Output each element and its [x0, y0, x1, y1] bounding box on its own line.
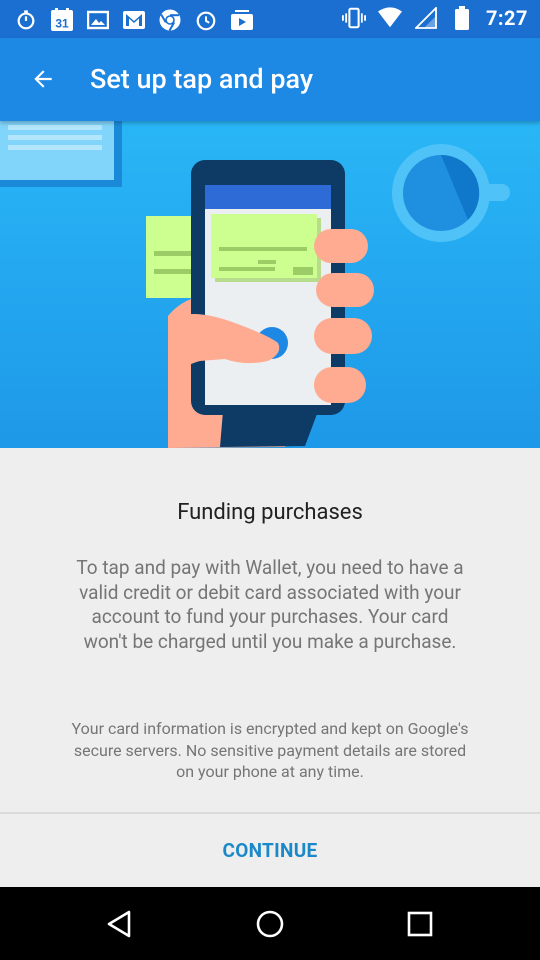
nav-recents-icon: [406, 910, 434, 938]
notification-icons: 31: [14, 8, 254, 32]
status-bar: 31 7:27: [0, 0, 540, 38]
action-bar: CONTINUE: [0, 814, 540, 887]
nav-back-icon: [105, 909, 135, 939]
status-time: 7:27: [485, 6, 528, 30]
app-bar: Set up tap and pay: [0, 38, 540, 121]
security-note: Your card information is encrypted and k…: [71, 719, 469, 781]
stopwatch-icon: [14, 8, 38, 32]
signal-icon: [414, 6, 438, 30]
battery-icon: [450, 6, 474, 30]
calendar-icon: 31: [50, 8, 74, 32]
tap-and-pay-illustration: [0, 121, 510, 448]
nav-home-icon: [255, 909, 285, 939]
arrow-back-icon: [30, 66, 56, 92]
nav-home-button[interactable]: [247, 901, 293, 947]
continue-button[interactable]: CONTINUE: [160, 826, 380, 874]
page-title: Set up tap and pay: [90, 63, 314, 95]
vibrate-icon: [341, 6, 366, 30]
hero-illustration: [0, 121, 540, 448]
image-icon: [86, 8, 110, 32]
calendar-date: 31: [55, 17, 69, 31]
coin-illustration: [392, 144, 510, 242]
nav-recents-button[interactable]: [397, 901, 443, 947]
system-icons: 7:27: [341, 6, 528, 30]
gmail-icon: [122, 8, 146, 32]
nav-back-button[interactable]: [97, 901, 143, 947]
wifi-icon: [377, 6, 402, 30]
alarm-icon: [194, 8, 218, 32]
back-button[interactable]: [22, 58, 64, 100]
card-illustration: [0, 121, 122, 187]
info-section: Funding purchases To tap and pay with Wa…: [0, 448, 540, 812]
photos-icon: [230, 8, 254, 32]
chrome-icon: [158, 8, 182, 32]
section-description: To tap and pay with Wallet, you need to …: [76, 556, 464, 653]
navigation-bar: [0, 887, 540, 960]
section-heading: Funding purchases: [177, 500, 363, 525]
hand-holding-phone: [168, 160, 374, 448]
